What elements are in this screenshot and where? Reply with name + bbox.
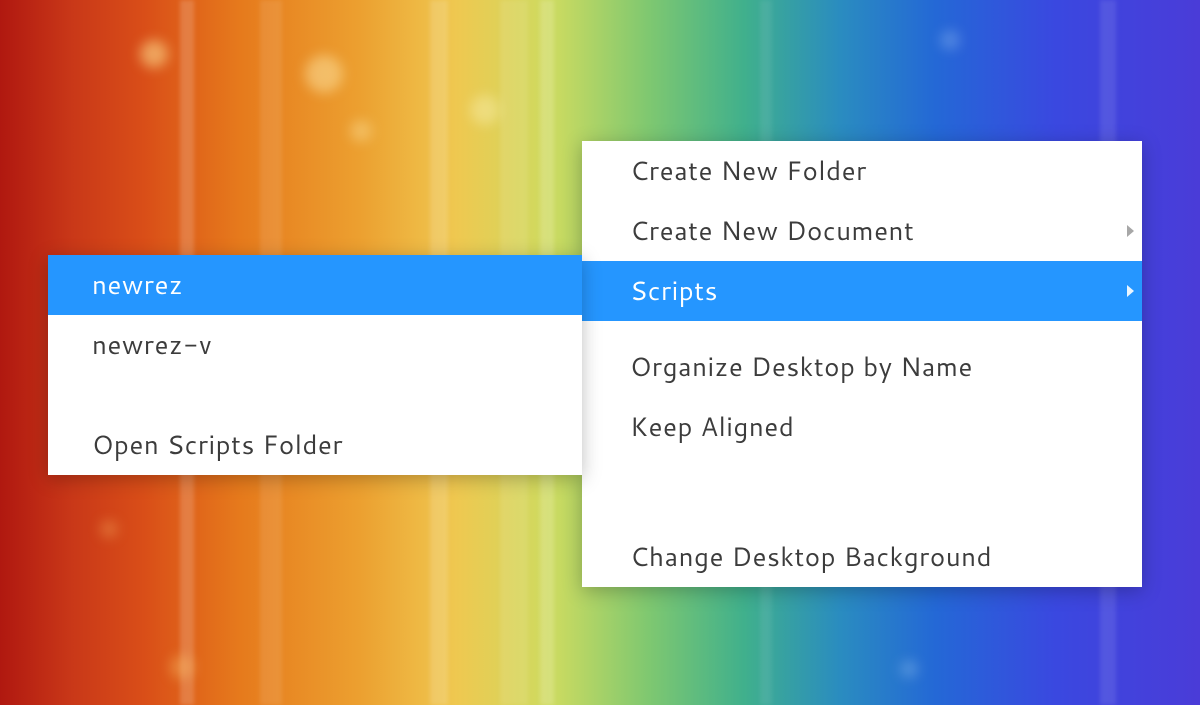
menu-item-organize-desktop-by-name[interactable]: Organize Desktop by Name	[582, 337, 1142, 397]
menu-item-label: Change Desktop Background	[630, 539, 992, 575]
menu-item-label: Create New Document	[630, 213, 914, 249]
submenu-item-blank[interactable]	[48, 375, 582, 399]
submenu-item-newrez-v[interactable]: newrez-v	[48, 315, 582, 375]
menu-separator	[582, 457, 1142, 527]
menu-item-label: Open Scripts Folder	[92, 427, 343, 463]
menu-item-create-new-folder[interactable]: Create New Folder	[582, 141, 1142, 201]
menu-item-label: newrez-v	[92, 327, 212, 363]
menu-separator	[48, 399, 582, 415]
desktop-context-menu: Create New Folder Create New Document Sc…	[582, 141, 1142, 587]
menu-item-label: newrez	[92, 267, 183, 303]
menu-item-label: Scripts	[630, 273, 718, 309]
scripts-submenu: newrez newrez-v Open Scripts Folder	[48, 255, 582, 475]
menu-separator	[582, 321, 1142, 337]
menu-item-create-new-document[interactable]: Create New Document	[582, 201, 1142, 261]
menu-item-label: Organize Desktop by Name	[630, 349, 973, 385]
menu-item-label: Create New Folder	[630, 153, 867, 189]
submenu-item-open-scripts-folder[interactable]: Open Scripts Folder	[48, 415, 582, 475]
menu-item-change-desktop-background[interactable]: Change Desktop Background	[582, 527, 1142, 587]
submenu-item-newrez[interactable]: newrez	[48, 255, 582, 315]
menu-item-keep-aligned[interactable]: Keep Aligned	[582, 397, 1142, 457]
menu-item-scripts[interactable]: Scripts	[582, 261, 1142, 321]
menu-item-label: Keep Aligned	[630, 409, 794, 445]
